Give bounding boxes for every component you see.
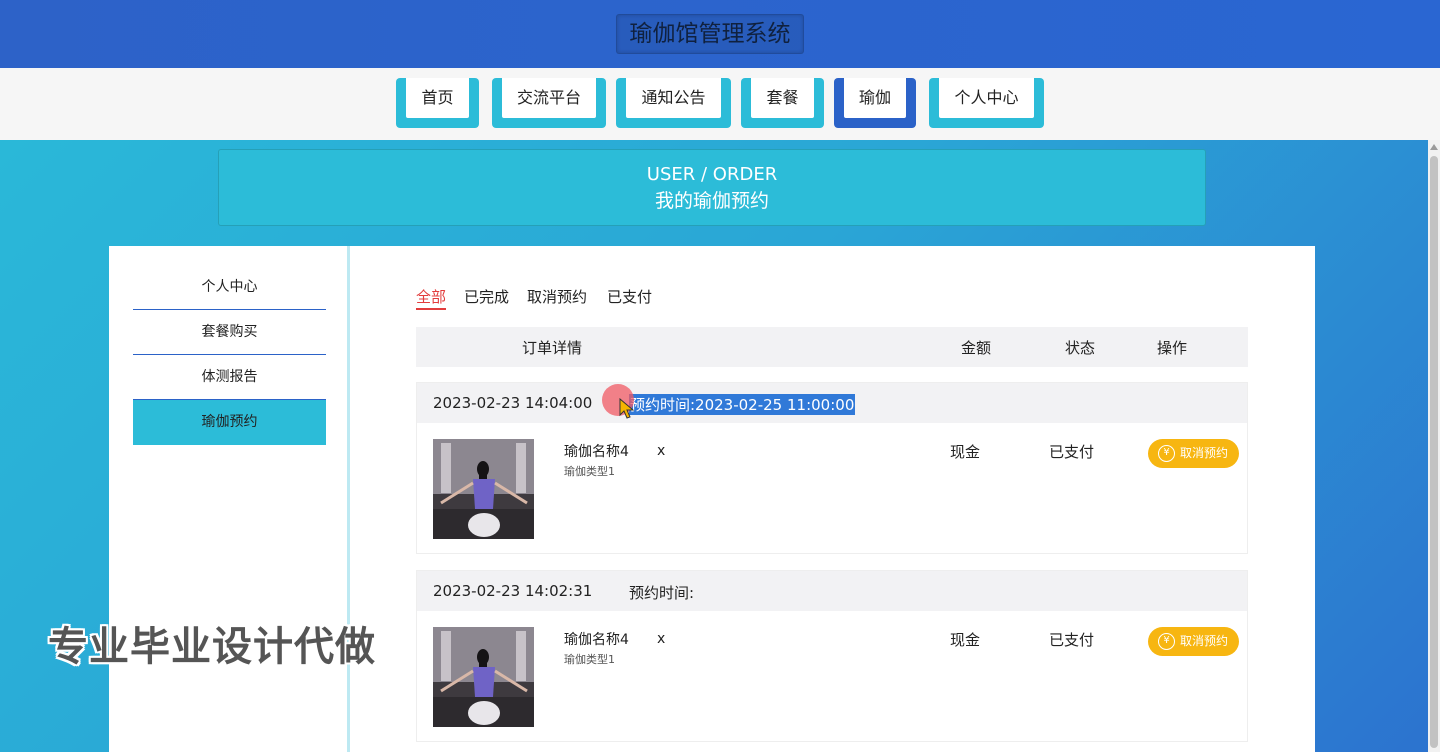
nav-item-notices[interactable]: 通知公告 (616, 78, 731, 128)
order-created-time: 2023-02-23 14:04:00 (433, 394, 593, 412)
site-title: 瑜伽馆管理系统 (616, 14, 804, 54)
order-header: 2023-02-23 14:04:00 预约时间:2023-02-25 11:0… (417, 383, 1247, 423)
table-header: 订单详情 金额 状态 操作 (416, 327, 1248, 367)
order-card: 2023-02-23 14:04:00 预约时间:2023-02-25 11:0… (416, 382, 1248, 554)
banner-title-en: USER / ORDER (646, 164, 778, 185)
column-header-amount: 金额 (961, 339, 992, 357)
tab-all[interactable]: 全部 (416, 286, 447, 310)
main-nav: 首页 交流平台 通知公告 套餐 瑜伽 个人中心 (0, 68, 1440, 140)
sidebar-menu: 个人中心 套餐购买 体测报告 瑜伽预约 (133, 265, 326, 445)
order-status: 已支付 (1049, 631, 1095, 649)
yoga-type: 瑜伽类型1 (564, 465, 615, 478)
page-banner: USER / ORDER 我的瑜伽预约 (218, 149, 1206, 226)
nav-item-label: 通知公告 (626, 78, 721, 118)
tab-cancelled[interactable]: 取消预约 (527, 286, 587, 308)
cancel-booking-label: 取消预约 (1180, 446, 1229, 460)
nav-item-label: 瑜伽 (844, 78, 906, 118)
banner-title-cn: 我的瑜伽预约 (654, 190, 769, 212)
sidebar-item-yoga-booking[interactable]: 瑜伽预约 (133, 400, 326, 445)
order-card: 2023-02-23 14:02:31 预约时间: 瑜伽名称4 瑜伽类型1 x … (416, 570, 1248, 742)
order-header: 2023-02-23 14:02:31 预约时间: (417, 571, 1247, 611)
tab-paid[interactable]: 已支付 (607, 286, 652, 308)
sidebar-item-profile[interactable]: 个人中心 (133, 265, 326, 310)
top-header: 瑜伽馆管理系统 (0, 0, 1440, 68)
order-amount: 现金 (950, 631, 981, 649)
watermark-text: 专业毕业设计代做 (48, 624, 376, 670)
yoga-name: 瑜伽名称4 (564, 444, 629, 460)
yoga-thumbnail[interactable] (433, 439, 534, 539)
page-scrollbar[interactable] (1428, 140, 1440, 752)
quantity: x (657, 443, 666, 459)
column-header-status: 状态 (1065, 339, 1096, 357)
cancel-booking-button[interactable]: ¥ 取消预约 (1148, 439, 1239, 468)
yoga-name: 瑜伽名称4 (564, 632, 629, 648)
yen-icon: ¥ (1158, 633, 1175, 650)
nav-item-label: 个人中心 (939, 78, 1034, 118)
order-created-time: 2023-02-23 14:02:31 (433, 582, 593, 600)
nav-item-forum[interactable]: 交流平台 (492, 78, 606, 128)
mouse-cursor-icon (619, 398, 635, 419)
nav-item-packages[interactable]: 套餐 (741, 78, 824, 128)
tab-completed[interactable]: 已完成 (464, 286, 509, 308)
order-amount: 现金 (950, 443, 981, 461)
sidebar-item-fitness-report[interactable]: 体测报告 (133, 355, 326, 400)
column-header-detail: 订单详情 (522, 339, 583, 357)
nav-item-label: 交流平台 (502, 78, 596, 118)
scrollbar-thumb[interactable] (1430, 156, 1438, 748)
order-appointment-time: 预约时间: (629, 584, 695, 602)
nav-item-yoga[interactable]: 瑜伽 (834, 78, 916, 128)
quantity: x (657, 631, 666, 647)
nav-item-home[interactable]: 首页 (396, 78, 479, 128)
yen-icon: ¥ (1158, 445, 1175, 462)
sidebar-item-package-purchase[interactable]: 套餐购买 (133, 310, 326, 355)
scroll-up-icon[interactable] (1430, 144, 1438, 150)
nav-item-label: 首页 (406, 78, 469, 118)
column-header-action: 操作 (1157, 339, 1188, 357)
yoga-thumbnail[interactable] (433, 627, 534, 727)
cancel-booking-label: 取消预约 (1180, 634, 1229, 648)
sidebar-divider (347, 246, 350, 752)
order-status: 已支付 (1049, 443, 1095, 461)
nav-item-label: 套餐 (751, 78, 814, 118)
yoga-type: 瑜伽类型1 (564, 653, 615, 666)
order-appointment-time: 预约时间:2023-02-25 11:00:00 (629, 394, 856, 415)
nav-item-profile[interactable]: 个人中心 (929, 78, 1044, 128)
cancel-booking-button[interactable]: ¥ 取消预约 (1148, 627, 1239, 656)
